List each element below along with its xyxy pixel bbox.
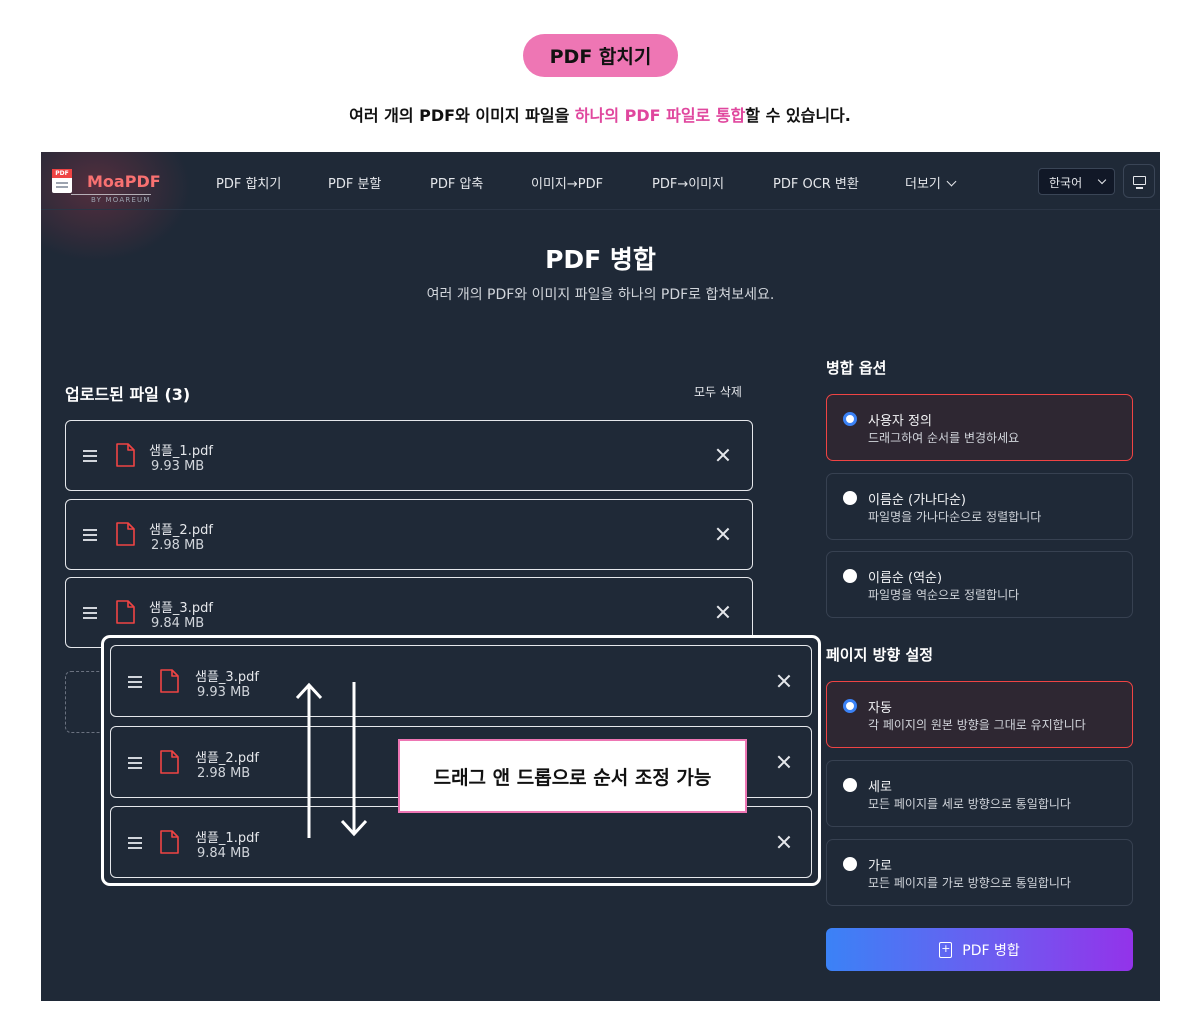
option-title: 가로 bbox=[868, 859, 892, 874]
top-nav: PDF MoaPDF BY MOAREUM PDF 합치기 PDF 분할 PDF… bbox=[41, 152, 1160, 210]
uploaded-files-heading: 업로드된 파일 (3) bbox=[65, 385, 191, 404]
display-mode-button[interactable] bbox=[1123, 164, 1155, 198]
language-select[interactable]: 한국어 bbox=[1038, 168, 1115, 195]
chevron-down-icon bbox=[946, 176, 957, 187]
radio-unselected[interactable] bbox=[843, 857, 857, 871]
file-name: 샘플_1.pdf bbox=[195, 831, 259, 846]
option-title: 사용자 정의 bbox=[868, 414, 932, 429]
pdf-file-icon bbox=[160, 750, 179, 774]
file-size: 9.84 MB bbox=[151, 616, 205, 631]
option-description: 드래그하여 순서를 변경하세요 bbox=[868, 431, 1020, 445]
nav-item-image-to-pdf[interactable]: 이미지→PDF bbox=[531, 173, 603, 192]
file-card[interactable]: 샘플_1.pdf 9.84 MB bbox=[110, 806, 812, 878]
orientation-title: 페이지 방향 설정 bbox=[826, 646, 934, 664]
file-name: 샘플_3.pdf bbox=[195, 670, 259, 685]
logo-text[interactable]: MoaPDF bbox=[87, 172, 161, 191]
reorder-arrows-icon bbox=[295, 682, 368, 838]
file-card[interactable]: 샘플_3.pdf 9.93 MB bbox=[110, 645, 812, 717]
tagline-text-end: 할 수 있습니다. bbox=[745, 106, 851, 125]
file-plus-icon bbox=[939, 941, 953, 958]
option-description: 모든 페이지를 세로 방향으로 통일합니다 bbox=[868, 797, 1071, 811]
orientation-option-landscape[interactable]: 가로 모든 페이지를 가로 방향으로 통일합니다 bbox=[826, 839, 1133, 906]
app-window: PDF MoaPDF BY MOAREUM PDF 합치기 PDF 분할 PDF… bbox=[41, 152, 1160, 1001]
radio-selected[interactable] bbox=[843, 699, 857, 713]
file-size: 9.93 MB bbox=[151, 459, 205, 474]
tagline-text: 여러 개의 PDF와 이미지 파일을 bbox=[349, 106, 575, 125]
option-description: 각 페이지의 원본 방향을 그대로 유지합니다 bbox=[868, 718, 1086, 732]
feature-pill: PDF 합치기 bbox=[523, 34, 678, 77]
logo-divider bbox=[71, 194, 151, 195]
file-size: 9.84 MB bbox=[197, 846, 251, 861]
remove-file-icon[interactable] bbox=[777, 755, 791, 769]
tagline-highlight: 하나의 PDF 파일로 통합 bbox=[574, 106, 746, 125]
file-size: 2.98 MB bbox=[197, 766, 251, 781]
drag-handle-icon[interactable] bbox=[83, 607, 97, 619]
merge-option-name-desc[interactable]: 이름순 (역순) 파일명을 역순으로 정렬합니다 bbox=[826, 551, 1133, 618]
monitor-icon bbox=[1133, 176, 1146, 185]
drag-drop-callout: 드래그 앤 드롭으로 순서 조정 가능 bbox=[398, 739, 747, 813]
orientation-option-portrait[interactable]: 세로 모든 페이지를 세로 방향으로 통일합니다 bbox=[826, 760, 1133, 827]
drag-handle-icon[interactable] bbox=[128, 676, 142, 688]
option-title: 이름순 (가나다순) bbox=[868, 493, 966, 508]
nav-item-more-label: 더보기 bbox=[905, 177, 941, 192]
logo-line-1 bbox=[56, 182, 68, 184]
remove-file-icon[interactable] bbox=[777, 835, 791, 849]
file-name: 샘플_3.pdf bbox=[149, 601, 213, 616]
pdf-file-icon bbox=[116, 600, 135, 624]
nav-item-merge[interactable]: PDF 합치기 bbox=[216, 173, 281, 192]
drag-handle-icon[interactable] bbox=[83, 529, 97, 541]
monitor-stand bbox=[1136, 187, 1143, 189]
logo-icon[interactable]: PDF bbox=[52, 169, 72, 193]
option-description: 모든 페이지를 가로 방향으로 통일합니다 bbox=[868, 876, 1071, 890]
language-value: 한국어 bbox=[1049, 176, 1083, 190]
file-size: 2.98 MB bbox=[151, 538, 205, 553]
merge-option-custom[interactable]: 사용자 정의 드래그하여 순서를 변경하세요 bbox=[826, 394, 1133, 461]
option-description: 파일명을 역순으로 정렬합니다 bbox=[868, 588, 1020, 602]
option-title: 세로 bbox=[868, 780, 892, 795]
merge-option-name-asc[interactable]: 이름순 (가나다순) 파일명을 가나다순으로 정렬합니다 bbox=[826, 473, 1133, 540]
pdf-file-icon bbox=[116, 443, 135, 467]
option-description: 파일명을 가나다순으로 정렬합니다 bbox=[868, 510, 1042, 524]
nav-item-split[interactable]: PDF 분할 bbox=[328, 173, 381, 192]
page-subtitle: 여러 개의 PDF와 이미지 파일을 하나의 PDF로 합쳐보세요. bbox=[426, 287, 775, 303]
nav-item-pdf-to-image[interactable]: PDF→이미지 bbox=[652, 173, 724, 192]
file-name: 샘플_1.pdf bbox=[149, 444, 213, 459]
orientation-option-auto[interactable]: 자동 각 페이지의 원본 방향을 그대로 유지합니다 bbox=[826, 681, 1133, 748]
nav-item-compress[interactable]: PDF 압축 bbox=[430, 173, 483, 192]
pdf-file-icon bbox=[160, 669, 179, 693]
radio-unselected[interactable] bbox=[843, 569, 857, 583]
drag-handle-icon[interactable] bbox=[128, 837, 142, 849]
delete-all-button[interactable]: 모두 삭제 bbox=[694, 383, 742, 400]
remove-file-icon[interactable] bbox=[777, 674, 791, 688]
logo-subtitle: BY MOAREUM bbox=[91, 196, 151, 204]
file-card[interactable]: 샘플_2.pdf 2.98 MB bbox=[65, 499, 753, 570]
logo-badge: PDF bbox=[52, 169, 72, 178]
pdf-file-icon bbox=[160, 830, 179, 854]
drag-handle-icon[interactable] bbox=[83, 450, 97, 462]
merge-options-title: 병합 옵션 bbox=[826, 359, 887, 377]
logo-line-2 bbox=[56, 186, 68, 188]
nav-item-ocr[interactable]: PDF OCR 변환 bbox=[773, 173, 859, 192]
radio-selected[interactable] bbox=[843, 412, 857, 426]
merge-pdf-button-label: PDF 병합 bbox=[962, 942, 1020, 959]
tagline: 여러 개의 PDF와 이미지 파일을 하나의 PDF 파일로 통합할 수 있습니… bbox=[0, 102, 1200, 126]
reorder-illustration: 샘플_3.pdf 9.93 MB 샘플_2.pdf 2.98 MB 샘플_1.p… bbox=[101, 635, 821, 886]
remove-file-icon[interactable] bbox=[716, 605, 730, 619]
drag-handle-icon[interactable] bbox=[128, 757, 142, 769]
option-title: 자동 bbox=[868, 701, 892, 716]
file-card[interactable]: 샘플_1.pdf 9.93 MB bbox=[65, 420, 753, 491]
pdf-file-icon bbox=[116, 522, 135, 546]
remove-file-icon[interactable] bbox=[716, 527, 730, 541]
file-size: 9.93 MB bbox=[197, 685, 251, 700]
page-title: PDF 병합 bbox=[545, 245, 656, 274]
chevron-down-icon bbox=[1097, 175, 1107, 185]
file-name: 샘플_2.pdf bbox=[149, 523, 213, 538]
merge-pdf-button[interactable]: PDF 병합 bbox=[826, 928, 1133, 971]
radio-unselected[interactable] bbox=[843, 778, 857, 792]
remove-file-icon[interactable] bbox=[716, 448, 730, 462]
file-name: 샘플_2.pdf bbox=[195, 751, 259, 766]
option-title: 이름순 (역순) bbox=[868, 571, 943, 586]
nav-item-more[interactable]: 더보기 bbox=[905, 173, 957, 192]
radio-unselected[interactable] bbox=[843, 491, 857, 505]
